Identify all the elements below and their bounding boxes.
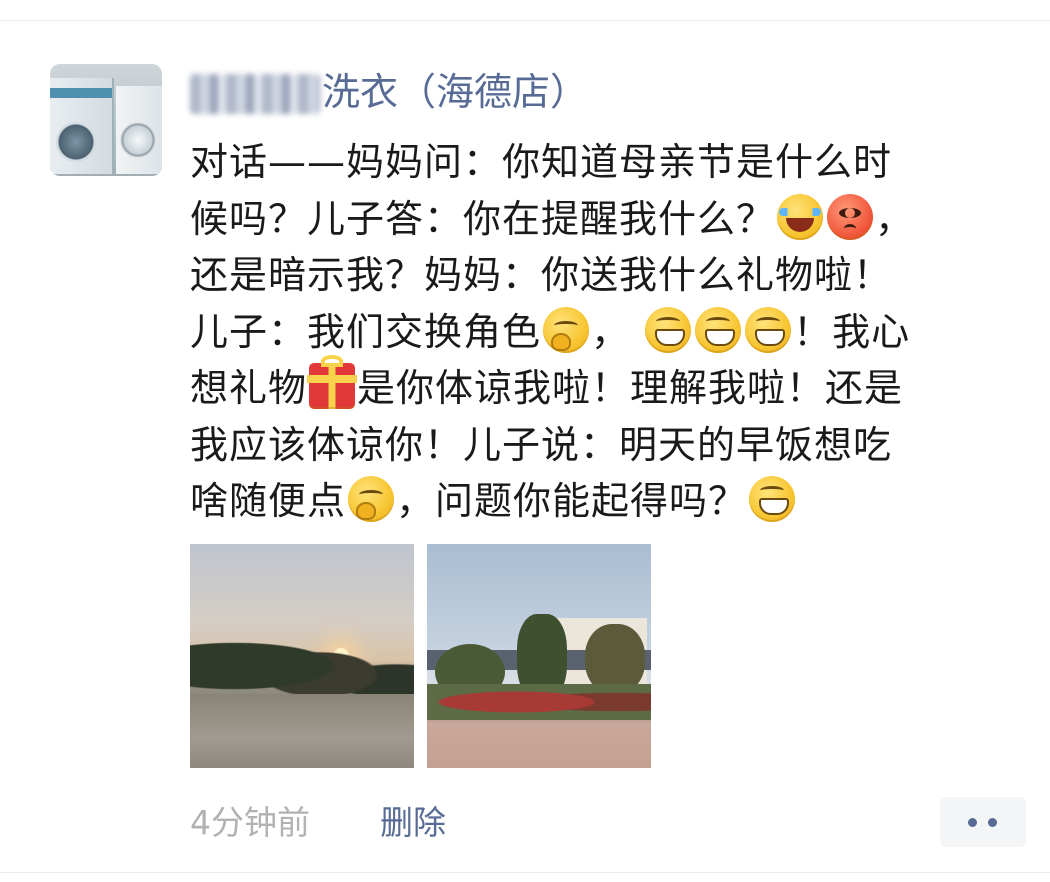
post-line: 候吗？儿子答：你在提醒我什么？，: [190, 191, 1030, 248]
smirk-emoji: [543, 306, 590, 353]
grin-emoji: [645, 306, 692, 353]
grin-emoji: [695, 306, 742, 353]
author-name[interactable]: 洗衣（海德店）: [322, 66, 588, 118]
post-text: 对话——妈妈问：你知道母亲节是什么时 候吗？儿子答：你在提醒我什么？， 还是暗示…: [190, 134, 1030, 530]
grin-emoji: [749, 476, 796, 522]
smirk-emoji: [348, 476, 395, 522]
washing-machine-image: [50, 78, 114, 174]
grin-emoji: [745, 306, 792, 353]
delete-button[interactable]: 删除: [380, 800, 446, 846]
dot-icon: [968, 818, 977, 827]
dot-icon: [988, 818, 997, 827]
laugh-cry-emoji: [777, 193, 824, 240]
bottom-divider: [0, 872, 1050, 873]
angry-emoji: [827, 193, 874, 240]
post-line: 想礼物 是你体谅我啦！理解我啦！还是: [190, 355, 1030, 417]
gift-emoji: [307, 355, 358, 409]
post-timestamp: 4分钟前: [190, 803, 310, 842]
post-line: 儿子：我们交换角色， ！我心: [190, 304, 1030, 361]
avatar[interactable]: [50, 64, 162, 176]
top-divider: [0, 20, 1050, 21]
photo-garden-house[interactable]: [427, 544, 651, 768]
photo-sunset[interactable]: [190, 544, 414, 768]
more-options-button[interactable]: [940, 797, 1026, 847]
post-line: 还是暗示我？妈妈：你送我什么礼物啦！: [190, 253, 893, 297]
post-line: 啥随便点 ，问题你能起得吗？: [190, 473, 1030, 530]
post-line: 对话——妈妈问：你知道母亲节是什么时: [190, 140, 893, 184]
blurred-name-prefix: [190, 74, 320, 114]
post-line: 我应该体谅你！儿子说：明天的早饭想吃: [190, 422, 893, 467]
